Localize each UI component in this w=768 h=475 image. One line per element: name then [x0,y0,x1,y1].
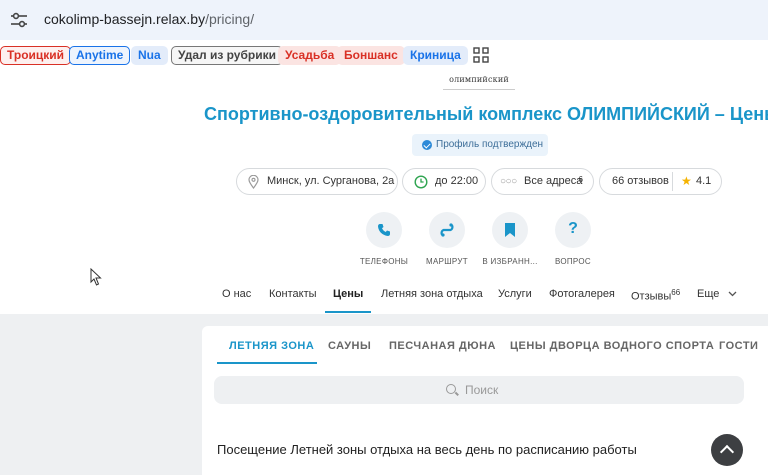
nav-summer-zone[interactable]: Летняя зона отдыха [381,288,483,300]
question-label: ВОПРОС [554,257,591,266]
nav-more[interactable]: Еще [697,288,737,300]
verified-label: Профиль подтвержден [436,139,544,150]
page-title: Спортивно-оздоровительный комплекс ОЛИМП… [204,104,768,124]
pricing-card: ЛЕТНЯЯ ЗОНА САУНЫ ПЕСЧАНАЯ ДЮНА ЦЕНЫ ДВО… [202,326,768,475]
bookmarks-bar: Троицкий Anytime Nua Удал из рубрики Уса… [0,40,768,72]
star-icon: ★ [681,174,692,188]
hours-pill[interactable]: до 22:00 [402,168,486,195]
favorites-label: В ИЗБРАНН... [482,257,538,266]
bookmark-udal-iz-rubriki[interactable]: Удал из рубрики [171,46,283,65]
nav-reviews-label: Отзывы [631,290,672,303]
reviews-pill[interactable]: 66 отзывов ★ 4.1 [599,168,722,195]
rating-text: 4.1 [696,175,712,187]
chevron-down-icon [728,291,737,297]
verified-badge: Профиль подтвержден [412,134,548,156]
dots-icon: ○○○ [500,176,517,187]
phones-button[interactable]: ТЕЛЕФОНЫ [354,212,414,266]
location-pin-icon [248,175,259,189]
address-text: Минск, ул. Сурганова, 2а [267,175,395,187]
route-label: МАРШРУТ [426,257,468,266]
tab-saunas[interactable]: САУНЫ [328,340,371,352]
site-settings-icon[interactable] [10,12,28,28]
search-placeholder: Поиск [465,383,499,397]
search-input[interactable]: Поиск [214,376,744,404]
nav-contacts[interactable]: Контакты [269,288,317,300]
apps-grid-icon[interactable] [473,47,489,63]
browser-url-bar[interactable]: cokolimp-bassejn.relax.by/pricing/ [0,0,768,40]
url-path: /pricing/ [205,11,255,27]
hours-text: до 22:00 [435,175,479,187]
nav-about[interactable]: О нас [222,288,251,300]
url-host: cokolimp-bassejn.relax.by [44,11,206,27]
price-item-title: Посещение Летней зоны отдыха на весь ден… [217,442,637,457]
question-button[interactable]: ? ВОПРОС [543,212,603,266]
bookmark-anytime[interactable]: Anytime [69,46,131,65]
clock-icon [414,175,428,189]
tab-water-sports-palace[interactable]: ЦЕНЫ ДВОРЦА ВОДНОГО СПОРТА [510,340,714,352]
section-nav: О нас Контакты Цены Летняя зона отдыха У… [0,284,768,314]
nav-prices[interactable]: Цены [333,288,363,300]
pill-divider [672,172,673,191]
all-addresses-pill[interactable]: ○○○ Все адреса 6 [491,168,594,195]
favorites-button[interactable]: В ИЗБРАНН... [480,212,540,266]
address-pill[interactable]: Минск, ул. Сурганова, 2а [236,168,398,195]
all-addresses-count: 6 [578,175,583,184]
nav-reviews-count: 66 [671,288,681,297]
tab-guests[interactable]: ГОСТИ [719,340,758,352]
nav-services[interactable]: Услуги [498,288,532,300]
bookmark-bonshans[interactable]: Боншанс [337,46,405,65]
search-icon [446,384,456,394]
url-text[interactable]: cokolimp-bassejn.relax.by/pricing/ [44,11,254,27]
bookmark-troitskiy[interactable]: Троицкий [0,46,72,65]
check-icon [422,140,432,150]
tab-active-underline [217,362,317,364]
scroll-to-top-button[interactable] [711,434,743,466]
nav-active-underline [325,311,371,313]
nav-more-label: Еще [697,288,720,300]
phones-label: ТЕЛЕФОНЫ [359,257,409,266]
bookmark-krinitsa[interactable]: Криница [403,46,468,65]
bookmark-usadba[interactable]: Усадьба [278,46,342,65]
bookmark-nua[interactable]: Nua [131,46,168,65]
route-icon [440,223,454,237]
nav-gallery[interactable]: Фотогалерея [549,288,615,300]
all-addresses-text: Все адреса [524,175,583,187]
route-button[interactable]: МАРШРУТ [417,212,477,266]
nav-reviews[interactable]: Отзывы66 [631,288,680,303]
tab-sand-dune[interactable]: ПЕСЧАНАЯ ДЮНА [389,340,496,352]
reviews-text: 66 отзывов [612,175,669,187]
tab-summer-zone[interactable]: ЛЕТНЯЯ ЗОНА [229,340,314,352]
company-logo: олимпийский [443,72,515,90]
question-icon: ? [568,220,578,237]
phone-icon [378,224,390,236]
bookmark-icon [505,223,515,237]
